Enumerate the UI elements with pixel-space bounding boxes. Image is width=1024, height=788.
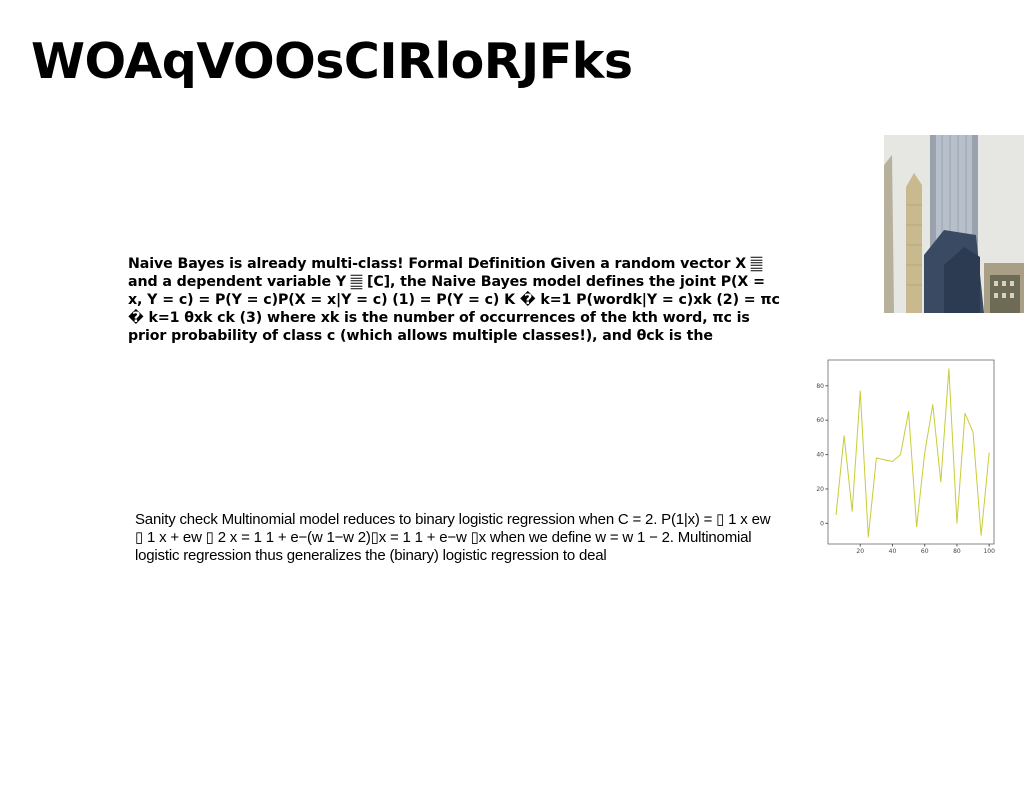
x-tick-label: 60 [921, 548, 929, 555]
data-point [884, 459, 885, 461]
data-point [908, 411, 909, 412]
x-tick-label: 100 [983, 548, 995, 555]
y-tick-label: 60 [816, 417, 824, 424]
slide-title: WOAqVOOsCIRloRJFks [31, 33, 633, 90]
data-point [956, 522, 958, 524]
data-point [835, 514, 837, 516]
data-point [916, 526, 918, 528]
data-point [843, 435, 845, 437]
data-point [964, 412, 966, 414]
y-tick-label: 80 [816, 383, 824, 390]
data-point [875, 457, 877, 459]
line-chart: 20 40 60 80 100 0 20 40 60 80 [816, 359, 995, 555]
y-tick-label: 0 [820, 520, 824, 527]
data-point [940, 481, 942, 483]
data-point [859, 390, 861, 392]
y-tick-label: 20 [816, 486, 824, 493]
data-point [972, 431, 974, 433]
data-point [980, 535, 982, 536]
data-point [851, 510, 853, 512]
naive-bayes-paragraph: Naive Bayes is already multi-class! Form… [128, 256, 780, 344]
data-point [867, 536, 869, 538]
data-point [932, 404, 934, 406]
data-point [948, 368, 950, 369]
data-point [892, 461, 893, 462]
sanity-check-paragraph: Sanity check Multinomial model reduces t… [135, 511, 771, 564]
skyscraper-photo [884, 135, 1024, 313]
data-point [988, 452, 990, 454]
x-tick-label: 40 [889, 548, 897, 555]
x-tick-label: 80 [953, 548, 961, 555]
y-tick-label: 40 [816, 452, 824, 459]
data-point [900, 454, 901, 455]
data-point [924, 452, 926, 454]
x-tick-label: 20 [856, 548, 864, 555]
